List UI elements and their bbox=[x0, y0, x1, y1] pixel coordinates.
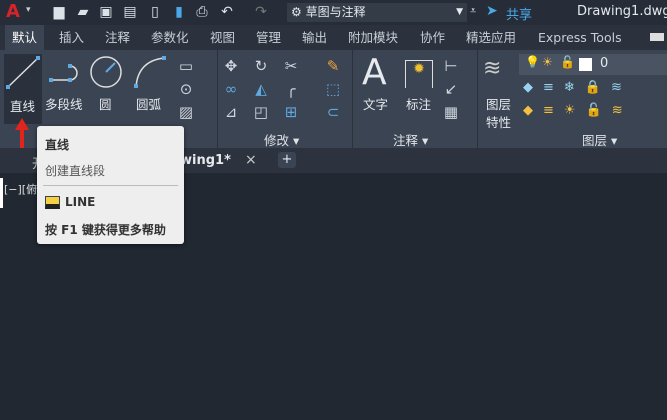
table-icon[interactable]: ▦ bbox=[441, 102, 461, 122]
tab-manage[interactable]: 管理 bbox=[249, 25, 288, 50]
tooltip: 直线 创建直线段 LINE 按 F1 键获得更多帮助 bbox=[37, 126, 184, 244]
hatch-ellipse-icon[interactable]: ⊙ bbox=[176, 79, 196, 99]
share-file-icon[interactable]: ▮ bbox=[170, 3, 188, 21]
new-icon[interactable]: ▆ bbox=[50, 3, 68, 21]
command-icon bbox=[45, 196, 60, 209]
circle-button[interactable]: 圆 bbox=[99, 94, 112, 113]
polyline-icon bbox=[49, 64, 78, 82]
dimension-icon: ✹ bbox=[405, 60, 433, 88]
text-button[interactable]: 文字 bbox=[363, 94, 388, 113]
panel-modify[interactable]: 修改 ▾ bbox=[264, 130, 299, 149]
app-logo[interactable]: A bbox=[6, 1, 20, 22]
panel-divider bbox=[477, 50, 478, 148]
save-as-icon[interactable]: ▤ bbox=[121, 3, 139, 21]
layer-tools-row-1[interactable]: ◆≡❄🔒≋ bbox=[523, 80, 643, 95]
document-title: Drawing1.dwg bbox=[577, 4, 667, 19]
tab-express-tools[interactable]: Express Tools bbox=[531, 25, 629, 50]
panel-layers[interactable]: 图层 ▾ bbox=[582, 130, 617, 149]
new-tab-button[interactable]: + bbox=[278, 152, 296, 168]
circle-icon bbox=[90, 56, 122, 88]
tab-collaborate[interactable]: 协作 bbox=[413, 25, 452, 50]
text-icon: A bbox=[362, 52, 387, 93]
erase-icon[interactable]: ✎ bbox=[323, 56, 343, 76]
scale-icon[interactable]: ◰ bbox=[251, 102, 271, 122]
plot-icon[interactable]: ⎙ bbox=[193, 3, 211, 21]
arc-button[interactable]: 圆弧 bbox=[136, 94, 161, 113]
tab-annotate[interactable]: 注释 bbox=[98, 25, 137, 50]
open-from-web-icon[interactable]: ▯ bbox=[146, 3, 164, 21]
chevron-down-icon: ▼ bbox=[456, 7, 463, 17]
redo-icon[interactable]: ↷ bbox=[252, 3, 270, 21]
line-button[interactable]: 直线 bbox=[4, 54, 42, 124]
workspace-select[interactable]: ⚙ 草图与注释 ▼ bbox=[287, 3, 467, 22]
layer-color-swatch bbox=[579, 58, 592, 71]
rotate-icon[interactable]: ↻ bbox=[251, 56, 271, 76]
tooltip-help: 按 F1 键获得更多帮助 bbox=[45, 223, 166, 237]
gear-icon: ⚙ bbox=[291, 5, 302, 19]
customize-qa-icon[interactable]: ⩡ bbox=[470, 4, 476, 18]
leader-icon[interactable]: ↙ bbox=[441, 79, 461, 99]
layer-select[interactable]: 💡 ☀ 🔓 0 bbox=[519, 54, 667, 75]
dimension-button[interactable]: 标注 bbox=[406, 94, 431, 113]
copy-icon[interactable]: ∞ bbox=[221, 79, 241, 99]
trim-icon[interactable]: ✂ bbox=[281, 56, 301, 76]
app-menu-chevron-icon[interactable]: ▾ bbox=[26, 5, 31, 15]
offset-icon[interactable]: ⊂ bbox=[323, 102, 343, 122]
divider bbox=[43, 185, 178, 186]
share-icon[interactable]: ➤ bbox=[486, 3, 498, 19]
polyline-button[interactable]: 多段线 bbox=[45, 94, 83, 113]
line-icon bbox=[6, 56, 40, 89]
tab-addins[interactable]: 附加模块 bbox=[341, 25, 405, 50]
red-arrow-annotation bbox=[15, 118, 29, 148]
layer-on-icon: 💡 bbox=[525, 55, 540, 69]
layer-properties-icon: ≋ bbox=[483, 56, 502, 81]
arc-icon bbox=[134, 56, 166, 88]
tab-default[interactable]: 默认 bbox=[5, 25, 45, 50]
tab-view[interactable]: 视图 bbox=[203, 25, 242, 50]
layer-tools-row-2[interactable]: ◆≡☀🔓≋ bbox=[523, 103, 643, 118]
panel-divider bbox=[217, 50, 218, 148]
linear-dim-icon[interactable]: ⊢ bbox=[441, 56, 461, 76]
rectangle-icon[interactable]: ▭ bbox=[176, 56, 196, 76]
open-icon[interactable]: ▰ bbox=[74, 3, 92, 21]
explode-icon[interactable]: ⬚ bbox=[323, 79, 343, 99]
panel-divider bbox=[352, 50, 353, 148]
tab-parametric[interactable]: 参数化 bbox=[144, 25, 196, 50]
viewport-controls[interactable]: [−][俯 bbox=[4, 181, 37, 197]
save-icon[interactable]: ▣ bbox=[97, 3, 115, 21]
tab-output[interactable]: 输出 bbox=[295, 25, 334, 50]
fillet-icon[interactable]: ╭ bbox=[281, 79, 301, 99]
panel-annotate[interactable]: 注释 ▾ bbox=[393, 130, 428, 149]
stretch-icon[interactable]: ⊿ bbox=[221, 102, 241, 122]
title-bar: A ▾ ▆ ▰ ▣ ▤ ▯ ▮ ⎙ ↶ ↷ ⚙ 草图与注释 ▼ ⩡ ➤ 共享 D… bbox=[0, 0, 667, 25]
mirror-icon[interactable]: ◭ bbox=[251, 79, 271, 99]
move-icon[interactable]: ✥ bbox=[221, 56, 241, 76]
layer-unlock-icon: 🔓 bbox=[560, 55, 575, 69]
layer-thaw-icon: ☀ bbox=[542, 55, 553, 69]
close-tab-icon[interactable]: × bbox=[245, 152, 257, 168]
drawing-tab[interactable]: wing1* bbox=[180, 153, 231, 168]
tooltip-title: 直线 bbox=[45, 138, 70, 152]
viewport-marker bbox=[0, 178, 3, 208]
ribbon-tabs: 默认 插入 注释 参数化 视图 管理 输出 附加模块 协作 精选应用 Expre… bbox=[0, 25, 667, 50]
undo-icon[interactable]: ↶ bbox=[218, 3, 236, 21]
hatch-icon[interactable]: ▨ bbox=[176, 102, 196, 122]
minimize-ribbon-button[interactable] bbox=[650, 33, 664, 41]
share-button[interactable]: 共享 bbox=[506, 4, 532, 23]
array-icon[interactable]: ⊞ bbox=[281, 102, 301, 122]
tooltip-description: 创建直线段 bbox=[45, 164, 106, 178]
tooltip-command: LINE bbox=[65, 195, 96, 209]
tab-featured-apps[interactable]: 精选应用 bbox=[459, 25, 523, 50]
layer-properties-button[interactable]: 图层 bbox=[486, 94, 511, 113]
tab-insert[interactable]: 插入 bbox=[52, 25, 91, 50]
